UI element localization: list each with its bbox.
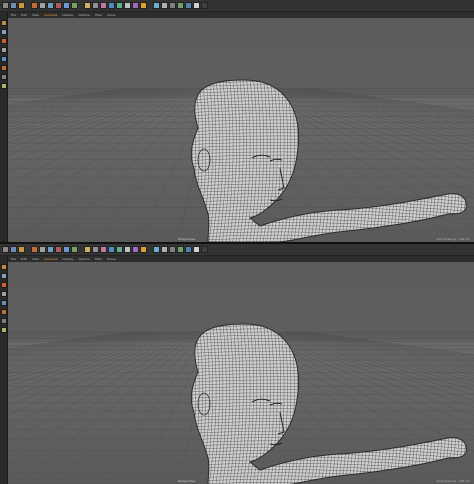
tool-icon[interactable] (0, 264, 7, 270)
wireframe-figure-scene (8, 79, 474, 242)
toolbar-tool-icon[interactable] (177, 246, 184, 253)
toolbar-tool-icon[interactable] (39, 246, 46, 253)
toolbar-tool-icon[interactable] (193, 246, 200, 253)
toolbar-tool-icon[interactable] (84, 246, 91, 253)
viewport-panel-top: File Edit View Cameras Display Options F… (0, 0, 474, 242)
toolbar-tool-icon[interactable] (153, 2, 160, 9)
toolbar-tool-icon[interactable] (55, 246, 62, 253)
tool-icon[interactable] (0, 74, 7, 80)
viewport-mode-label: Perspective (178, 479, 196, 483)
tool-icon[interactable] (0, 327, 7, 333)
tool-icon[interactable] (0, 318, 7, 324)
toolbar-tool-icon[interactable] (63, 2, 70, 9)
toolbar-tool-icon[interactable] (116, 246, 123, 253)
main-toolbar (0, 244, 474, 256)
toolbar-tool-icon[interactable] (140, 246, 147, 253)
left-tool-palette (0, 256, 8, 484)
toolbar-tool-icon[interactable] (39, 2, 46, 9)
toolbar-tool-icon[interactable] (92, 246, 99, 253)
tool-icon[interactable] (0, 38, 7, 44)
tool-icon[interactable] (0, 56, 7, 62)
tool-icon[interactable] (0, 309, 7, 315)
toolbar-tool-icon[interactable] (63, 246, 70, 253)
toolbar-tool-icon[interactable] (10, 2, 17, 9)
toolbar-tool-icon[interactable] (177, 2, 184, 9)
toolbar-tool-icon[interactable] (55, 2, 62, 9)
wireframe-head-figure (190, 79, 467, 242)
tool-icon[interactable] (0, 300, 7, 306)
wireframe-head-figure (190, 323, 467, 484)
toolbar-tool-icon[interactable] (47, 2, 54, 9)
toolbar-tool-icon[interactable] (2, 2, 9, 9)
toolbar-tool-icon[interactable] (108, 246, 115, 253)
toolbar-tool-icon[interactable] (31, 246, 38, 253)
toolbar-tool-icon[interactable] (116, 2, 123, 9)
tool-icon[interactable] (0, 273, 7, 279)
toolbar-tool-icon[interactable] (92, 2, 99, 9)
3d-viewport[interactable]: Perspective Grid Spacing : 100 cm (8, 262, 474, 484)
toolbar-tool-icon[interactable] (18, 2, 25, 9)
toolbar-tool-icon[interactable] (124, 246, 131, 253)
tool-icon[interactable] (0, 47, 7, 53)
toolbar-tool-icon[interactable] (185, 2, 192, 9)
toolbar-tool-icon[interactable] (201, 246, 208, 253)
tool-icon[interactable] (0, 20, 7, 26)
grid-spacing-status: Grid Spacing : 100 cm (436, 479, 470, 483)
toolbar-tool-icon[interactable] (10, 246, 17, 253)
toolbar-tool-icon[interactable] (100, 246, 107, 253)
toolbar-tool-icon[interactable] (108, 2, 115, 9)
toolbar-tool-icon[interactable] (132, 246, 139, 253)
tool-icon[interactable] (0, 65, 7, 71)
toolbar-tool-icon[interactable] (124, 2, 131, 9)
toolbar-tool-icon[interactable] (185, 246, 192, 253)
toolbar-tool-icon[interactable] (193, 2, 200, 9)
toolbar-tool-icon[interactable] (153, 246, 160, 253)
toolbar-tool-icon[interactable] (161, 246, 168, 253)
3d-viewport[interactable]: Perspective Grid Spacing : 100 cm (8, 18, 474, 242)
toolbar-tool-icon[interactable] (201, 2, 208, 9)
toolbar-tool-icon[interactable] (169, 2, 176, 9)
tool-icon[interactable] (0, 83, 7, 89)
toolbar-tool-icon[interactable] (31, 2, 38, 9)
toolbar-tool-icon[interactable] (71, 2, 78, 9)
toolbar-tool-icon[interactable] (100, 2, 107, 9)
viewport-mode-label: Perspective (178, 237, 196, 241)
toolbar-tool-icon[interactable] (71, 246, 78, 253)
viewport-panel-bottom: File Edit View Cameras Display Options F… (0, 244, 474, 484)
toolbar-tool-icon[interactable] (18, 246, 25, 253)
toolbar-tool-icon[interactable] (47, 246, 54, 253)
toolbar-tool-icon[interactable] (84, 2, 91, 9)
tool-icon[interactable] (0, 282, 7, 288)
wireframe-figure-scene (8, 323, 474, 484)
tool-icon[interactable] (0, 291, 7, 297)
toolbar-tool-icon[interactable] (169, 246, 176, 253)
tool-icon[interactable] (0, 29, 7, 35)
toolbar-tool-icon[interactable] (132, 2, 139, 9)
main-toolbar (0, 0, 474, 12)
toolbar-tool-icon[interactable] (161, 2, 168, 9)
toolbar-tool-icon[interactable] (2, 246, 9, 253)
left-tool-palette (0, 12, 8, 242)
toolbar-tool-icon[interactable] (140, 2, 147, 9)
grid-spacing-status: Grid Spacing : 100 cm (436, 237, 470, 241)
